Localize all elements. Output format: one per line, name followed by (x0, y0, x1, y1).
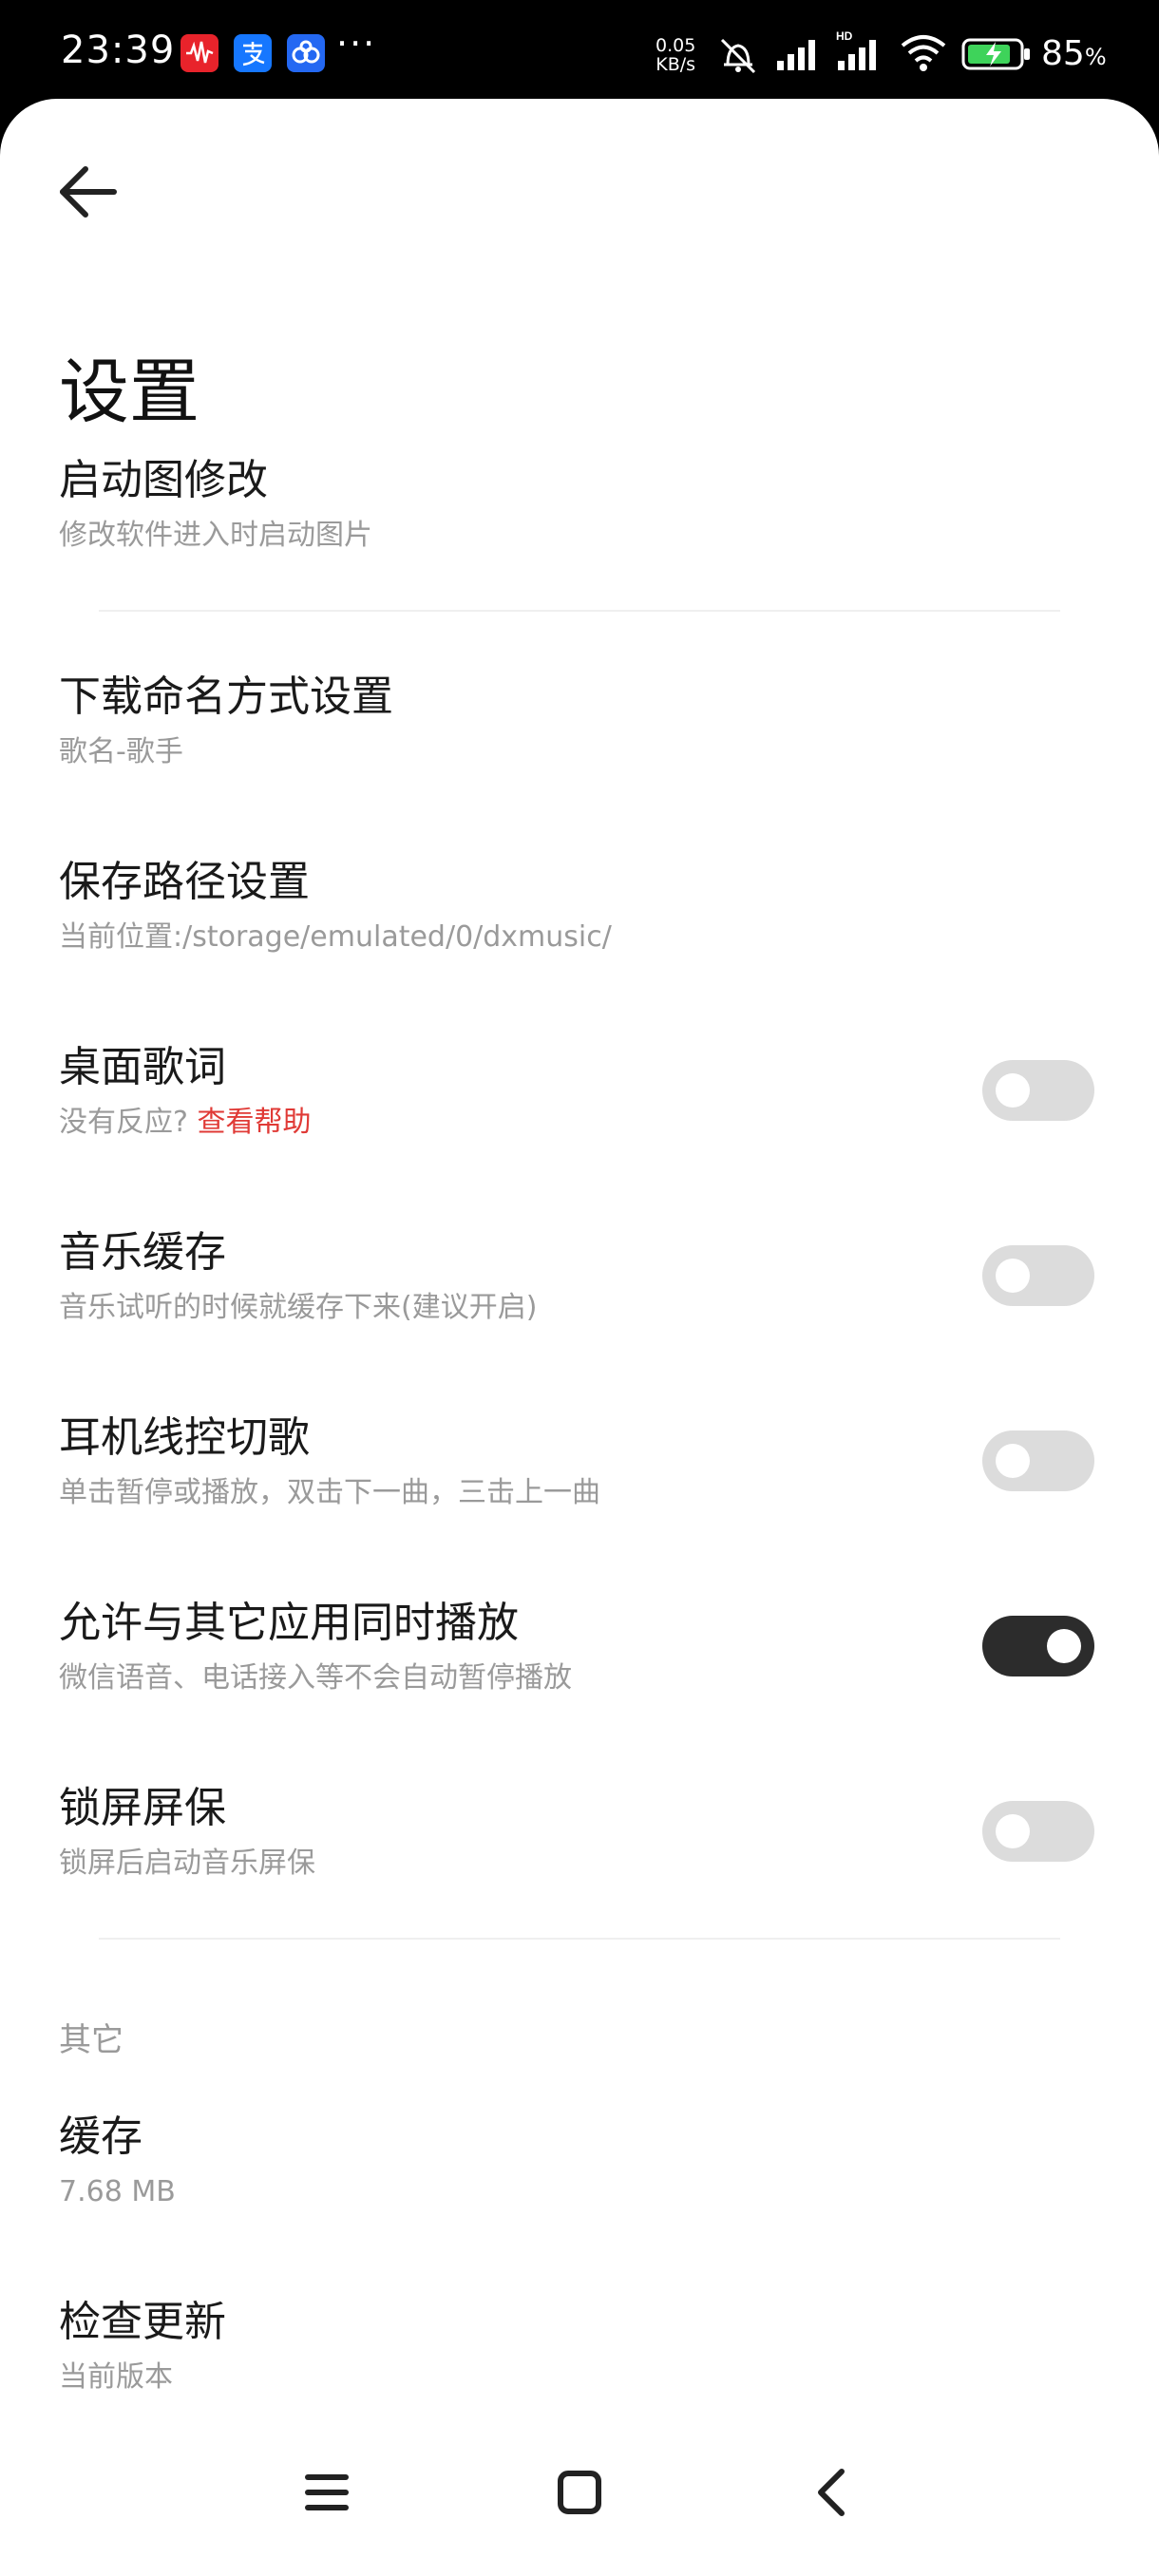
toggle-headset-control[interactable] (982, 1430, 1094, 1491)
setting-title: 音乐缓存 (59, 1228, 226, 1277)
setting-headset-control[interactable]: 耳机线控切歌 单击暂停或播放，双击下一曲，三击上一曲 (0, 1413, 1159, 1565)
network-speed-value: 0.05 (656, 35, 696, 56)
network-speed: 0.05 KB/s (656, 36, 695, 74)
setting-subtitle: 单击暂停或播放，双击下一曲，三击上一曲 (59, 1476, 600, 1509)
setting-save-path[interactable]: 保存路径设置 当前位置:/storage/emulated/0/dxmusic/ (0, 858, 1159, 1010)
network-speed-unit: KB/s (656, 54, 696, 75)
setting-title: 耳机线控切歌 (59, 1413, 310, 1462)
wifi-icon (901, 35, 946, 71)
settings-sheet: 设置 启动图修改 修改软件进入时启动图片 下载命名方式设置 歌名-歌手 保存路径… (0, 99, 1159, 2576)
battery-percent-sign: % (1084, 44, 1107, 70)
section-label-other: 其它 (59, 2021, 124, 2059)
signal-hd-icon: HD (836, 29, 876, 70)
setting-title: 锁屏屏保 (59, 1784, 226, 1832)
setting-subtitle: 当前版本 (59, 2360, 173, 2394)
setting-desktop-lyrics[interactable]: 桌面歌词 没有反应? 查看帮助 (0, 1043, 1159, 1195)
navigation-bar (0, 2413, 1159, 2572)
toggle-knob (996, 1073, 1030, 1108)
setting-splash-image[interactable]: 启动图修改 修改软件进入时启动图片 (0, 456, 1159, 608)
help-link[interactable]: 查看帮助 (197, 1106, 311, 1139)
back-icon[interactable] (787, 2447, 878, 2538)
setting-title: 桌面歌词 (59, 1043, 226, 1091)
svg-text:HD: HD (836, 29, 853, 43)
setting-subtitle: 没有反应? 查看帮助 (59, 1106, 311, 1140)
baidu-netdisk-icon (287, 34, 325, 72)
setting-title: 下载命名方式设置 (59, 672, 393, 721)
arrow-left-icon[interactable] (51, 154, 127, 230)
setting-subtitle: 歌名-歌手 (59, 735, 183, 768)
toggle-knob (1047, 1629, 1081, 1663)
home-icon[interactable] (534, 2447, 625, 2538)
divider (99, 1938, 1060, 1940)
toggle-desktop-lyrics[interactable] (982, 1060, 1094, 1121)
toggle-knob (996, 1444, 1030, 1478)
setting-subtitle: 7.68 MB (59, 2175, 176, 2208)
setting-subtitle-text: 没有反应? (59, 1106, 188, 1139)
divider (99, 610, 1060, 612)
setting-download-naming[interactable]: 下载命名方式设置 歌名-歌手 (0, 672, 1159, 824)
battery-percent: 85% (1041, 34, 1107, 73)
setting-music-cache[interactable]: 音乐缓存 音乐试听的时候就缓存下来(建议开启) (0, 1228, 1159, 1380)
toggle-knob (996, 1814, 1030, 1848)
signal-strength-icon (777, 40, 815, 70)
status-bar: 23:39 ··· 0.05 KB/s HD 85% (0, 0, 1159, 99)
setting-title: 缓存 (59, 2112, 142, 2161)
toggle-music-cache[interactable] (982, 1245, 1094, 1306)
bell-off-icon (720, 38, 756, 74)
setting-title: 保存路径设置 (59, 858, 310, 906)
setting-title: 检查更新 (59, 2298, 226, 2346)
toggle-mix-playback[interactable] (982, 1616, 1094, 1676)
more-notifications-icon: ··· (336, 23, 377, 65)
setting-title: 启动图修改 (59, 456, 268, 504)
setting-subtitle: 当前位置:/storage/emulated/0/dxmusic/ (59, 920, 612, 954)
battery-charging-icon (961, 38, 1030, 70)
setting-subtitle: 修改软件进入时启动图片 (59, 519, 372, 552)
setting-subtitle: 微信语音、电话接入等不会自动暂停播放 (59, 1661, 572, 1695)
setting-lockscreen[interactable]: 锁屏屏保 锁屏后启动音乐屏保 (0, 1784, 1159, 1936)
setting-subtitle: 音乐试听的时候就缓存下来(建议开启) (59, 1291, 538, 1324)
menu-icon[interactable] (281, 2447, 372, 2538)
page-title: 设置 (59, 350, 200, 433)
voice-wave-icon (180, 34, 218, 72)
status-time: 23:39 (61, 28, 176, 72)
toggle-lockscreen[interactable] (982, 1801, 1094, 1862)
toggle-knob (996, 1259, 1030, 1293)
battery-percent-value: 85 (1041, 34, 1085, 73)
setting-mix-playback[interactable]: 允许与其它应用同时播放 微信语音、电话接入等不会自动暂停播放 (0, 1599, 1159, 1751)
setting-subtitle: 锁屏后启动音乐屏保 (59, 1847, 315, 1880)
alipay-icon (234, 34, 272, 72)
setting-title: 允许与其它应用同时播放 (59, 1599, 519, 1647)
setting-cache[interactable]: 缓存 7.68 MB (0, 2112, 1159, 2264)
